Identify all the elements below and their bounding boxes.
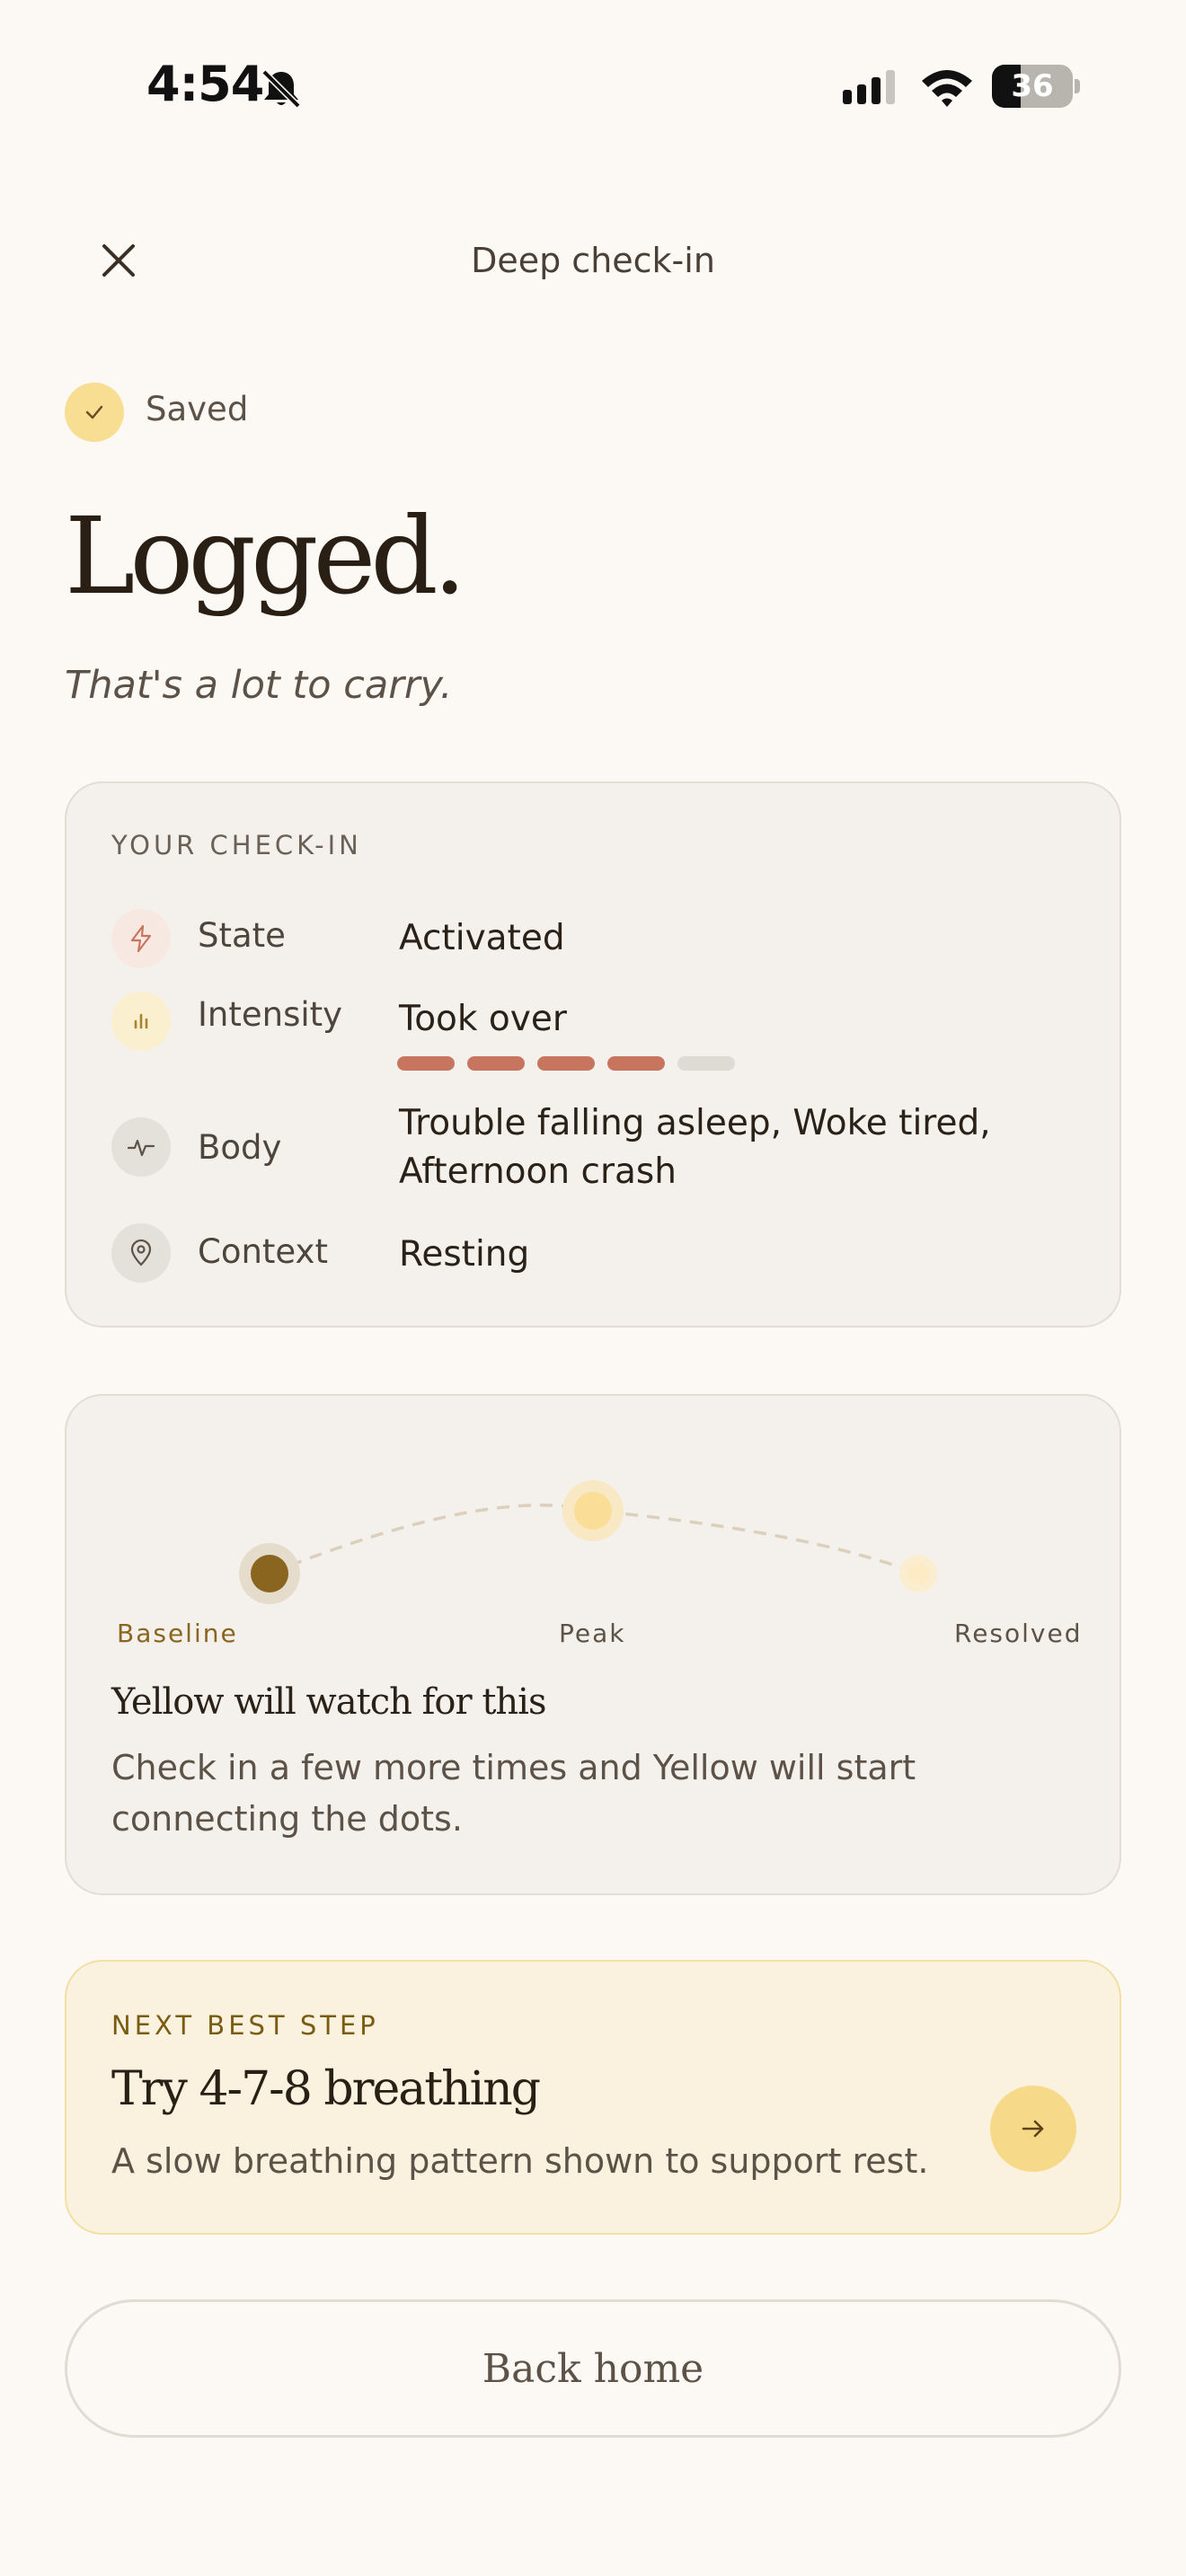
state-label: State	[198, 916, 286, 955]
trend-card: Baseline Peak Resolved Yellow will watch…	[65, 1394, 1121, 1895]
battery-icon: 36	[992, 65, 1080, 108]
trend-body: Check in a few more times and Yellow wil…	[111, 1748, 916, 1839]
context-label: Context	[198, 1232, 328, 1271]
bar-chart-icon	[111, 992, 171, 1051]
state-value: Activated	[399, 918, 565, 958]
status-time: 4:54	[146, 56, 264, 112]
next-step-body: A slow breathing pattern shown to suppor…	[111, 2141, 929, 2181]
resolved-label: Resolved	[954, 1619, 1083, 1648]
checkin-heading: YOUR CHECK-IN	[111, 830, 362, 860]
intensity-label: Intensity	[198, 995, 343, 1034]
hero-subtitle: That's a lot to carry.	[65, 663, 453, 708]
peak-point	[574, 1492, 612, 1530]
intensity-value: Took over	[399, 999, 567, 1039]
location-pin-icon	[111, 1223, 171, 1283]
body-value-line-2: Afternoon crash	[399, 1151, 677, 1192]
pulse-icon	[111, 1117, 171, 1177]
next-step-title: Try 4-7-8 breathing	[111, 2062, 541, 2116]
page-title: Deep check-in	[471, 241, 715, 280]
peak-label: Peak	[559, 1619, 626, 1648]
wifi-icon	[922, 70, 972, 107]
next-step-button[interactable]	[990, 2086, 1076, 2172]
next-step-eyebrow: NEXT BEST STEP	[111, 2010, 379, 2041]
saved-label: Saved	[146, 390, 249, 428]
trend-heading: Yellow will watch for this	[111, 1681, 546, 1723]
next-step-card[interactable]: NEXT BEST STEP Try 4-7-8 breathing A slo…	[65, 1960, 1121, 2235]
cellular-signal-icon	[843, 70, 895, 104]
body-label: Body	[198, 1128, 282, 1167]
hero-title: Logged.	[65, 494, 466, 618]
intensity-segment	[607, 1056, 665, 1071]
baseline-label: Baseline	[117, 1619, 238, 1648]
bolt-icon	[111, 909, 171, 968]
battery-percent: 36	[1011, 68, 1054, 104]
body-value: Trouble falling asleep, Woke tired, Afte…	[399, 1099, 991, 1196]
baseline-point	[251, 1555, 288, 1592]
arrow-right-icon	[1022, 2120, 1044, 2138]
intensity-segment	[537, 1056, 595, 1071]
body-value-line-1: Trouble falling asleep, Woke tired,	[399, 1103, 991, 1143]
bell-muted-icon	[261, 69, 301, 109]
checkin-summary-card: YOUR CHECK-IN State Activated Intensity …	[65, 781, 1121, 1328]
intensity-segment	[677, 1056, 735, 1071]
saved-check-icon	[65, 383, 124, 442]
back-home-button[interactable]: Back home	[65, 2299, 1121, 2438]
context-value: Resting	[399, 1234, 530, 1275]
resolved-point	[907, 1563, 929, 1584]
intensity-segment	[397, 1056, 455, 1071]
intensity-segment	[467, 1056, 525, 1071]
trend-curve	[239, 1480, 937, 1604]
